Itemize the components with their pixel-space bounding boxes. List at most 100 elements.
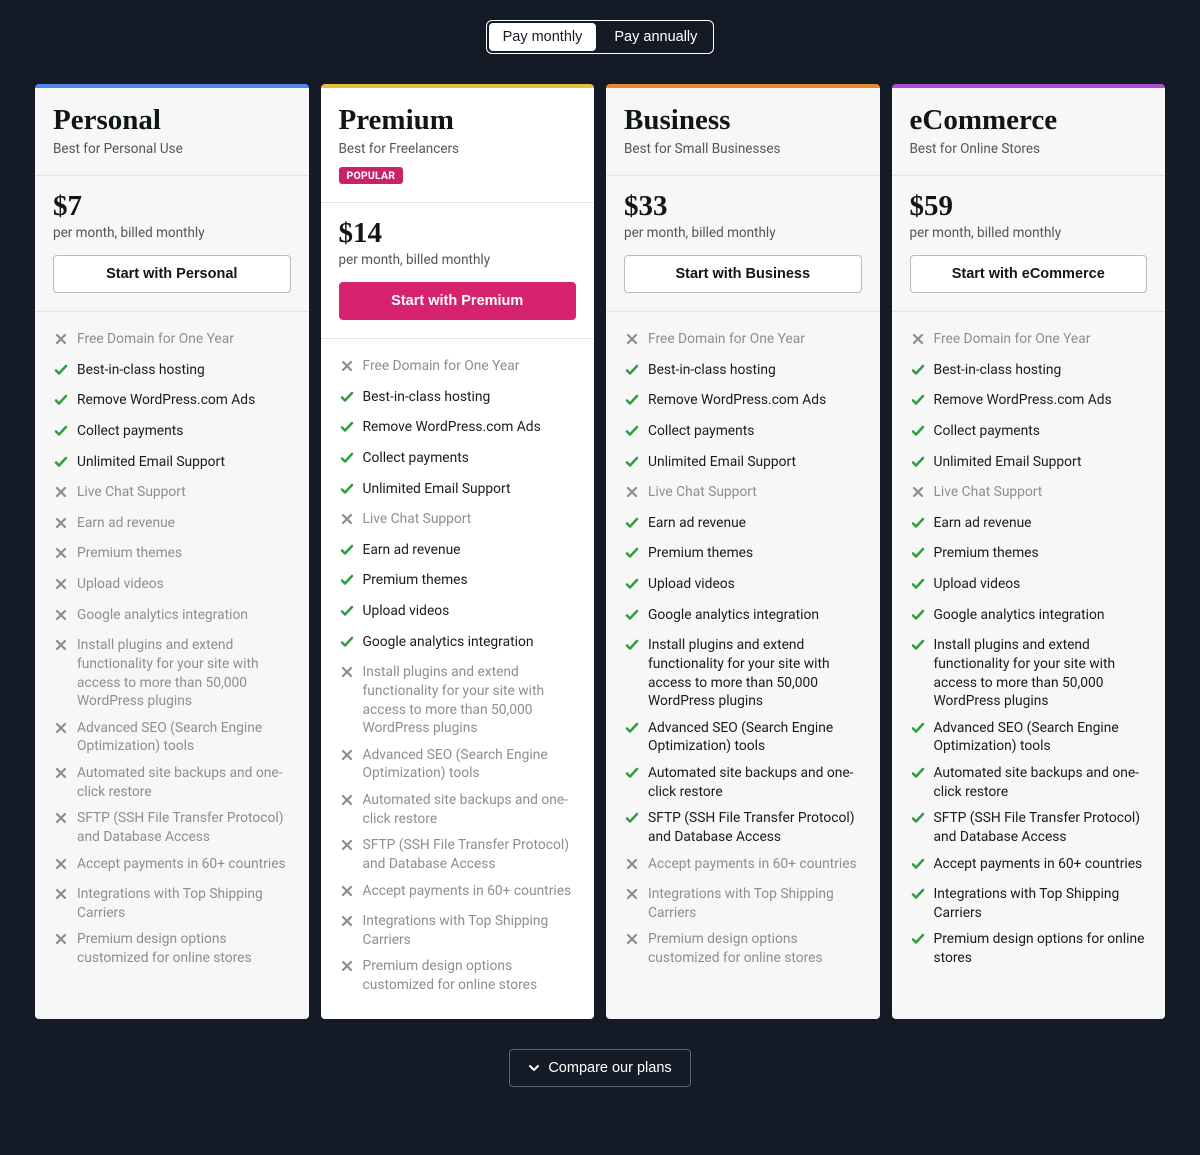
feature-label: Automated site backups and one-click res… [363,791,577,828]
x-icon [910,483,926,506]
plan-header: PremiumBest for FreelancersPOPULAR [321,88,595,203]
feature-row: Automated site backups and one-click res… [53,760,291,805]
check-icon [339,571,355,594]
check-icon [910,514,926,537]
x-icon [53,544,69,567]
plan-name: Premium [339,104,577,137]
check-icon [910,544,926,567]
feature-label: Google analytics integration [77,606,248,625]
feature-row: Best-in-class hosting [339,384,577,415]
feature-row: Collect payments [339,445,577,476]
check-icon [910,361,926,384]
check-icon [339,480,355,503]
feature-row: Earn ad revenue [53,510,291,541]
x-icon [53,636,69,659]
feature-row: Free Domain for One Year [53,326,291,357]
feature-list: Free Domain for One Year Best-in-class ho… [606,312,880,992]
start-ecommerce-button[interactable]: Start with eCommerce [910,255,1148,293]
plan-name: Personal [53,104,291,137]
feature-row: SFTP (SSH File Transfer Protocol) and Da… [53,805,291,850]
check-icon [339,388,355,411]
feature-label: Integrations with Top Shipping Carriers [934,885,1148,922]
feature-label: Integrations with Top Shipping Carriers [77,885,291,922]
x-icon [339,746,355,769]
check-icon [624,575,640,598]
check-icon [910,606,926,629]
feature-row: Remove WordPress.com Ads [339,414,577,445]
feature-row: Advanced SEO (Search Engine Optimization… [339,742,577,787]
feature-row: Advanced SEO (Search Engine Optimization… [910,715,1148,760]
x-icon [53,483,69,506]
plan-period: per month, billed monthly [624,225,862,241]
feature-label: Accept payments in 60+ countries [934,855,1143,874]
feature-label: Automated site backups and one-click res… [77,764,291,801]
feature-row: SFTP (SSH File Transfer Protocol) and Da… [624,805,862,850]
plan-name: Business [624,104,862,137]
feature-label: Free Domain for One Year [77,330,234,349]
feature-label: Accept payments in 60+ countries [77,855,286,874]
feature-row: Live Chat Support [339,506,577,537]
check-icon [910,391,926,414]
check-icon [910,719,926,742]
check-icon [910,636,926,659]
x-icon [53,855,69,878]
feature-label: Unlimited Email Support [648,453,796,472]
feature-row: Unlimited Email Support [53,449,291,480]
pay-monthly-toggle[interactable]: Pay monthly [489,23,597,51]
compare-plans-button[interactable]: Compare our plans [509,1049,690,1087]
feature-row: Google analytics integration [624,602,862,633]
x-icon [624,330,640,353]
feature-row: Collect payments [53,418,291,449]
price-block: $33per month, billed monthlyStart with B… [606,176,880,312]
x-icon [53,606,69,629]
feature-row: Upload videos [339,598,577,629]
billing-toggle: Pay monthly Pay annually [486,20,715,54]
plan-period: per month, billed monthly [910,225,1148,241]
feature-row: Accept payments in 60+ countries [624,851,862,882]
start-personal-button[interactable]: Start with Personal [53,255,291,293]
feature-label: Accept payments in 60+ countries [648,855,857,874]
feature-label: Remove WordPress.com Ads [77,391,255,410]
feature-row: Free Domain for One Year [624,326,862,357]
feature-row: Earn ad revenue [910,510,1148,541]
feature-label: Premium themes [648,544,753,563]
feature-row: Earn ad revenue [339,537,577,568]
feature-row: Integrations with Top Shipping Carriers [339,908,577,953]
x-icon [624,483,640,506]
plan-period: per month, billed monthly [53,225,291,241]
plan-price: $14 [339,217,577,250]
feature-label: Integrations with Top Shipping Carriers [648,885,862,922]
feature-label: Free Domain for One Year [648,330,805,349]
popular-badge: POPULAR [339,167,404,184]
x-icon [53,764,69,787]
feature-row: Best-in-class hosting [624,357,862,388]
start-premium-button[interactable]: Start with Premium [339,282,577,320]
start-business-button[interactable]: Start with Business [624,255,862,293]
feature-row: Earn ad revenue [624,510,862,541]
compare-label: Compare our plans [548,1060,671,1076]
feature-row: Premium themes [624,540,862,571]
feature-label: Premium design options for online stores [934,930,1148,967]
price-block: $14 per month, billed monthly Start with P… [321,203,595,339]
feature-row: Integrations with Top Shipping Carriers [624,881,862,926]
feature-row: Google analytics integration [339,629,577,660]
price-block: $59per month, billed monthlyStart with e… [892,176,1166,312]
check-icon [624,764,640,787]
pay-annually-toggle[interactable]: Pay annually [598,21,713,53]
feature-label: Remove WordPress.com Ads [363,418,541,437]
feature-label: Premium themes [934,544,1039,563]
plan-card-personal: PersonalBest for Personal Use$7per month… [35,84,309,1019]
plan-period: per month, billed monthly [339,252,577,268]
x-icon [339,791,355,814]
feature-label: Install plugins and extend functionality… [77,636,291,711]
feature-label: SFTP (SSH File Transfer Protocol) and Da… [363,836,577,873]
x-icon [53,719,69,742]
check-icon [624,606,640,629]
x-icon [53,885,69,908]
check-icon [624,361,640,384]
feature-row: Remove WordPress.com Ads [53,387,291,418]
x-icon [53,514,69,537]
check-icon [624,809,640,832]
feature-row: Premium design options customized for on… [624,926,862,971]
x-icon [339,510,355,533]
